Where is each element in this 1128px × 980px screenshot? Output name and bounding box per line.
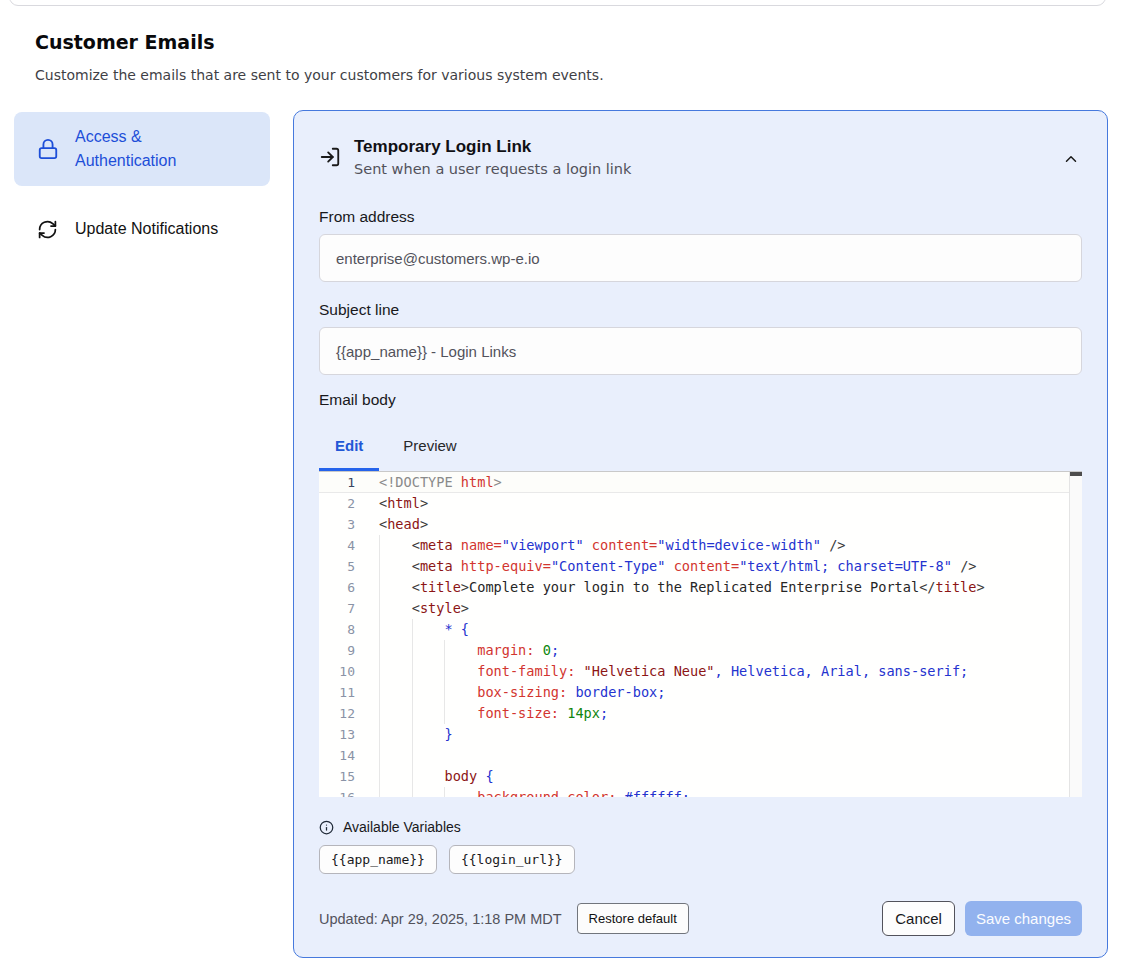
- code-line: 14: [319, 745, 1082, 766]
- line-number: 4: [319, 535, 355, 556]
- editor-scrollbar[interactable]: [1069, 472, 1082, 797]
- info-icon: [319, 820, 334, 835]
- editor-scrollbar-thumb[interactable]: [1070, 472, 1082, 476]
- sidebar-item-update-notifications[interactable]: Update Notifications: [14, 205, 270, 253]
- variable-chip-login-url[interactable]: {{login_url}}: [449, 845, 575, 874]
- save-changes-button[interactable]: Save changes: [965, 901, 1082, 936]
- available-variables-label: Available Variables: [343, 819, 461, 835]
- sidebar-item-label: Update Notifications: [75, 217, 218, 241]
- card-subtitle: Sent when a user requests a login link: [354, 161, 631, 177]
- page-subtitle: Customize the emails that are sent to yo…: [35, 67, 604, 83]
- code-line: 12 font-size: 14px;: [319, 703, 1082, 724]
- code-lines: 1<!DOCTYPE html>2<html>3<head>4 <meta na…: [319, 472, 1082, 797]
- chevron-up-icon[interactable]: [1062, 150, 1080, 168]
- lock-icon: [37, 138, 59, 160]
- line-number: 7: [319, 598, 355, 619]
- line-number: 12: [319, 703, 355, 724]
- code-line: 3<head>: [319, 514, 1082, 535]
- line-number: 8: [319, 619, 355, 640]
- sidebar-item-label: Access & Authentication: [75, 125, 225, 173]
- line-number: 9: [319, 640, 355, 661]
- code-line: 1<!DOCTYPE html>: [319, 472, 1082, 493]
- code-line: 8 * {: [319, 619, 1082, 640]
- available-variables-row: Available Variables: [319, 819, 1082, 835]
- line-number: 13: [319, 724, 355, 745]
- tab-preview[interactable]: Preview: [387, 422, 472, 471]
- variable-chip-app-name[interactable]: {{app_name}}: [319, 845, 437, 874]
- code-editor[interactable]: 1<!DOCTYPE html>2<html>3<head>4 <meta na…: [319, 471, 1082, 797]
- updated-timestamp: Updated: Apr 29, 2025, 1:18 PM MDT: [319, 911, 562, 927]
- subject-line-label: Subject line: [319, 301, 1082, 319]
- line-number: 16: [319, 787, 355, 797]
- line-number: 15: [319, 766, 355, 787]
- line-number: 5: [319, 556, 355, 577]
- code-line: 9 margin: 0;: [319, 640, 1082, 661]
- code-line: 6 <title>Complete your login to the Repl…: [319, 577, 1082, 598]
- line-number: 11: [319, 682, 355, 703]
- email-body-label: Email body: [319, 391, 1082, 409]
- code-line: 13 }: [319, 724, 1082, 745]
- code-line: 11 box-sizing: border-box;: [319, 682, 1082, 703]
- line-number: 3: [319, 514, 355, 535]
- line-number: 6: [319, 577, 355, 598]
- previous-card-bottom-edge: [9, 0, 1106, 6]
- code-line: 16 background-color: #ffffff;: [319, 787, 1082, 797]
- sidebar-item-access-authentication[interactable]: Access & Authentication: [14, 112, 270, 186]
- line-number: 14: [319, 745, 355, 766]
- restore-default-button[interactable]: Restore default: [577, 903, 689, 934]
- card-title: Temporary Login Link: [354, 137, 631, 157]
- line-number: 2: [319, 493, 355, 514]
- code-line: 7 <style>: [319, 598, 1082, 619]
- code-line: 2<html>: [319, 493, 1082, 514]
- code-line: 5 <meta http-equiv="Content-Type" conten…: [319, 556, 1082, 577]
- temporary-login-link-card: Temporary Login Link Sent when a user re…: [293, 110, 1108, 958]
- tab-edit[interactable]: Edit: [319, 422, 379, 471]
- code-line: 4 <meta name="viewport" content="width=d…: [319, 535, 1082, 556]
- line-number: 1: [319, 472, 355, 493]
- page-title: Customer Emails: [35, 31, 215, 53]
- refresh-icon: [37, 218, 59, 240]
- code-line: 10 font-family: "Helvetica Neue", Helvet…: [319, 661, 1082, 682]
- card-footer: Updated: Apr 29, 2025, 1:18 PM MDT Resto…: [319, 901, 1082, 936]
- from-address-label: From address: [319, 208, 1082, 226]
- cancel-button[interactable]: Cancel: [882, 901, 955, 936]
- subject-line-input[interactable]: {{app_name}} - Login Links: [319, 327, 1082, 375]
- email-types-sidebar: Access & Authentication Update Notificat…: [14, 112, 270, 253]
- editor-tabs: Edit Preview: [319, 422, 1082, 471]
- code-line: 15 body {: [319, 766, 1082, 787]
- variable-chips: {{app_name}} {{login_url}}: [319, 845, 1082, 874]
- log-in-icon: [319, 146, 341, 168]
- from-address-input[interactable]: enterprise@customers.wp-e.io: [319, 234, 1082, 282]
- card-header: Temporary Login Link Sent when a user re…: [319, 137, 1082, 177]
- line-number: 10: [319, 661, 355, 682]
